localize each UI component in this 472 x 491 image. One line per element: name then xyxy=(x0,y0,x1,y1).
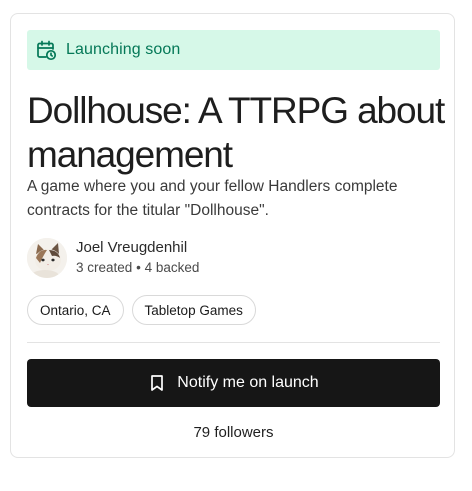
tag-list: Ontario, CA Tabletop Games xyxy=(27,295,256,325)
avatar[interactable] xyxy=(27,238,67,278)
tag-category[interactable]: Tabletop Games xyxy=(131,295,256,325)
followers-count: 79 followers xyxy=(193,424,274,441)
notify-button-label: Notify me on launch xyxy=(177,374,319,391)
tag-location[interactable]: Ontario, CA xyxy=(27,295,124,325)
creator-name[interactable]: Joel Vreugdenhil xyxy=(76,238,199,258)
launching-soon-banner: Launching soon xyxy=(27,30,440,70)
notify-me-button[interactable]: Notify me on launch xyxy=(27,359,440,407)
divider xyxy=(27,342,440,343)
stats-separator: • xyxy=(136,260,141,275)
project-description: A game where you and your fellow Handler… xyxy=(27,178,398,219)
creator-stats: 3 created • 4 backed xyxy=(76,258,199,278)
project-card: Launching soon Dollhouse: A TTRPG about … xyxy=(10,13,455,458)
banner-label: Launching soon xyxy=(66,41,181,58)
calendar-clock-icon xyxy=(35,39,57,61)
creator-block[interactable]: Joel Vreugdenhil 3 created • 4 backed xyxy=(27,238,199,278)
backed-count: 4 backed xyxy=(144,260,200,275)
created-count: 3 created xyxy=(76,260,133,275)
project-title[interactable]: Dollhouse: A TTRPG about management xyxy=(27,89,447,177)
bookmark-icon xyxy=(148,374,166,392)
